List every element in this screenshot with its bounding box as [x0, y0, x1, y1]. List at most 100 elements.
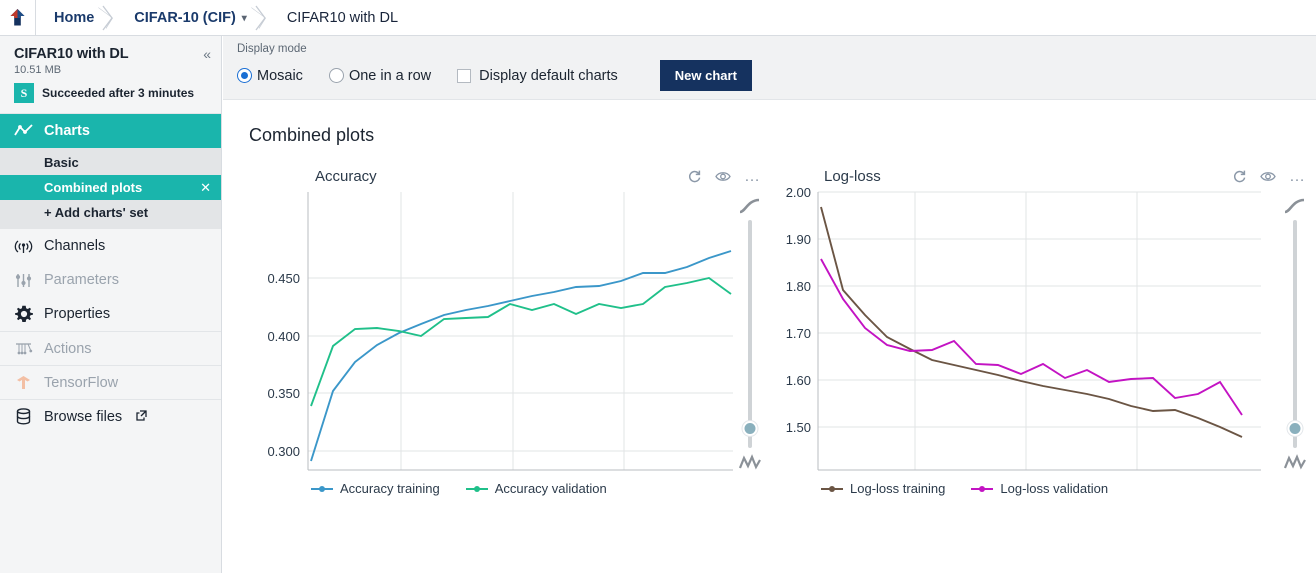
slider-track[interactable]	[748, 220, 752, 448]
breadcrumb-separator	[253, 0, 269, 36]
checkbox-display-default-charts[interactable]: Display default charts	[457, 68, 618, 84]
sidebar-subitem-label: Basic	[44, 155, 79, 170]
eye-icon[interactable]	[715, 170, 731, 183]
legend-marker	[821, 484, 843, 494]
sidebar-item-charts[interactable]: Charts	[0, 114, 221, 148]
legend-marker	[311, 484, 333, 494]
gear-icon	[14, 305, 33, 324]
slider-knob[interactable]	[743, 421, 758, 436]
legend-item[interactable]: Log-loss training	[821, 481, 945, 496]
jagged-line-icon	[739, 454, 761, 470]
sidebar-add-charts-set[interactable]: + Add charts' set	[0, 200, 221, 225]
svg-text:0.300: 0.300	[267, 444, 300, 459]
app-logo[interactable]	[0, 0, 36, 36]
slider-knob[interactable]	[1288, 421, 1303, 436]
svg-text:0.400: 0.400	[267, 329, 300, 344]
smoothing-slider-logloss[interactable]	[1280, 198, 1310, 470]
breadcrumb-item-project[interactable]: CIFAR-10 (CIF) ▾	[116, 0, 253, 36]
legend-label: Log-loss validation	[1000, 481, 1108, 496]
sliders-icon	[14, 271, 33, 290]
tensorflow-icon	[14, 373, 33, 392]
legend-item[interactable]: Accuracy validation	[466, 481, 607, 496]
chart-header-accuracy: Accuracy …	[223, 168, 771, 185]
page-title: Combined plots	[223, 100, 1316, 146]
experiment-size: 10.51 MB	[14, 64, 209, 76]
sidebar-item-browse-files[interactable]: Browse files	[0, 399, 221, 433]
sidebar-item-label: Properties	[44, 306, 110, 322]
status-text: Succeeded after 3 minutes	[42, 86, 194, 100]
legend-label: Log-loss training	[850, 481, 945, 496]
legend-marker	[466, 484, 488, 494]
radio-one-in-a-row[interactable]: One in a row	[329, 68, 431, 84]
svg-text:1.50: 1.50	[786, 420, 811, 435]
new-chart-button[interactable]: New chart	[660, 60, 752, 91]
sidebar-item-label: Actions	[44, 341, 92, 357]
experiment-header: CIFAR10 with DL 10.51 MB S Succeeded aft…	[0, 36, 221, 114]
sidebar-item-label: Parameters	[44, 272, 119, 288]
smoothing-slider-accuracy[interactable]	[735, 198, 765, 470]
svg-text:1.60: 1.60	[786, 373, 811, 388]
sidebar-item-tensorflow[interactable]: TensorFlow	[0, 365, 221, 399]
radio-one-in-a-row-label: One in a row	[349, 68, 431, 84]
smooth-curve-icon	[1284, 198, 1306, 214]
sidebar-subitem-basic[interactable]: Basic	[0, 150, 221, 175]
chart-plot-logloss[interactable]: 2.00 1.90 1.80 1.70 1.60 1.50 5.00 10.0 …	[771, 185, 1316, 475]
chart-card-accuracy: Accuracy …	[223, 168, 771, 496]
experiment-status: S Succeeded after 3 minutes	[14, 83, 209, 103]
main-content: Display mode Mosaic One in a row Display…	[223, 36, 1316, 573]
chevron-down-icon[interactable]: ▾	[242, 14, 247, 24]
eye-icon[interactable]	[1260, 170, 1276, 183]
svg-text:1.80: 1.80	[786, 279, 811, 294]
legend-label: Accuracy validation	[495, 481, 607, 496]
status-badge: S	[14, 83, 34, 103]
chart-title: Log-loss	[824, 168, 881, 185]
experiment-title: CIFAR10 with DL	[14, 46, 209, 62]
charts-container: Accuracy …	[223, 146, 1316, 496]
breadcrumb-experiment-label: CIFAR10 with DL	[287, 10, 398, 26]
breadcrumb-project-label: CIFAR-10 (CIF)	[134, 10, 236, 26]
radio-mosaic-indicator[interactable]	[237, 68, 252, 83]
more-icon[interactable]: …	[1289, 172, 1306, 182]
legend-marker	[971, 484, 993, 494]
svg-text:0.450: 0.450	[267, 271, 300, 286]
legend-item[interactable]: Log-loss validation	[971, 481, 1108, 496]
display-mode-label: Display mode	[237, 43, 1316, 55]
svg-text:2.00: 2.00	[786, 185, 811, 200]
newtons-cradle-icon	[14, 339, 33, 358]
sidebar-item-parameters[interactable]: Parameters	[0, 263, 221, 297]
radio-mosaic-label: Mosaic	[257, 68, 303, 84]
sidebar-subitem-combined-plots[interactable]: Combined plots ✕	[0, 175, 221, 200]
chart-plot-accuracy[interactable]: 0.450 0.400 0.350 0.300 5.00 10.0 15.0	[223, 185, 771, 475]
svg-text:1.90: 1.90	[786, 232, 811, 247]
checkbox-indicator[interactable]	[457, 69, 471, 83]
broadcast-icon	[14, 237, 33, 256]
close-icon[interactable]: ✕	[200, 180, 211, 196]
refresh-icon[interactable]	[1232, 169, 1247, 184]
sidebar-item-label: Charts	[44, 123, 90, 139]
breadcrumb-item-experiment[interactable]: CIFAR10 with DL	[269, 0, 404, 36]
radio-one-in-a-row-indicator[interactable]	[329, 68, 344, 83]
breadcrumb-home-label: Home	[54, 10, 94, 26]
sidebar-subitem-label: Combined plots	[44, 180, 142, 195]
sidebar-item-label: TensorFlow	[44, 375, 118, 391]
more-icon[interactable]: …	[744, 172, 761, 182]
sidebar-item-actions[interactable]: Actions	[0, 331, 221, 365]
sidebar-add-charts-set-label: + Add charts' set	[44, 205, 148, 220]
radio-mosaic[interactable]: Mosaic	[237, 68, 303, 84]
chart-legend-accuracy: Accuracy training Accuracy validation	[223, 481, 771, 496]
legend-item[interactable]: Accuracy training	[311, 481, 440, 496]
sidebar-item-properties[interactable]: Properties	[0, 297, 221, 331]
breadcrumb-separator	[100, 0, 116, 36]
external-link-icon	[136, 410, 147, 424]
breadcrumb-item-home[interactable]: Home	[36, 0, 100, 36]
sidebar-item-channels[interactable]: Channels	[0, 229, 221, 263]
chart-title: Accuracy	[315, 168, 377, 185]
chart-card-logloss: Log-loss …	[771, 168, 1316, 496]
database-icon	[14, 407, 33, 426]
breadcrumb-bar: Home CIFAR-10 (CIF) ▾ CIFAR10 with DL	[0, 0, 1316, 36]
collapse-sidebar-button[interactable]: «	[203, 47, 211, 61]
svg-text:0.350: 0.350	[267, 386, 300, 401]
refresh-icon[interactable]	[687, 169, 702, 184]
chart-line-icon	[14, 122, 33, 141]
slider-track[interactable]	[1293, 220, 1297, 448]
